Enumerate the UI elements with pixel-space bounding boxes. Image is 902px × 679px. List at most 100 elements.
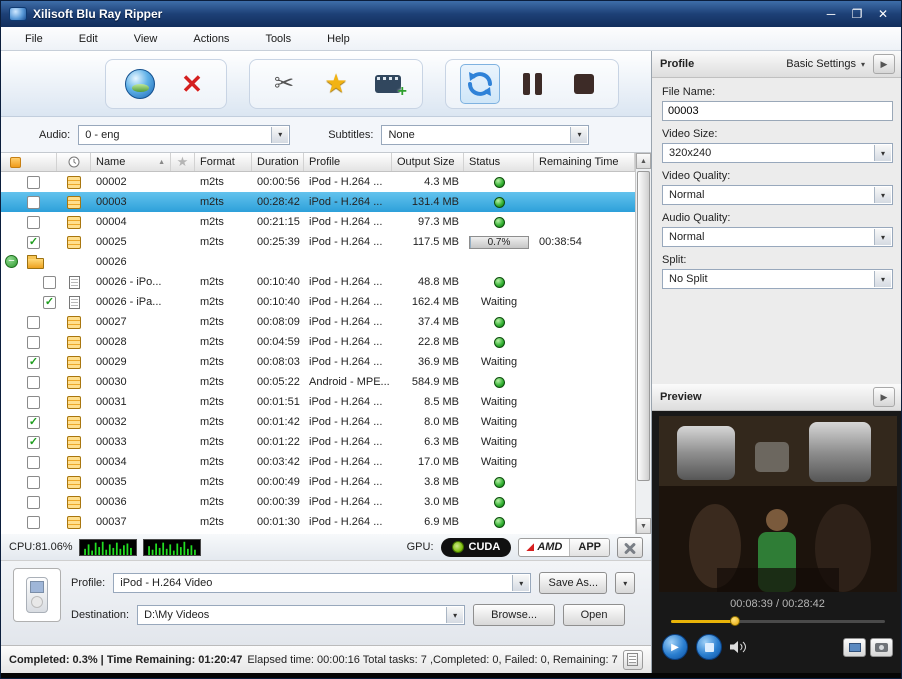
header-format[interactable]: Format <box>195 153 252 171</box>
maximize-button[interactable]: ❐ <box>847 6 867 22</box>
row-checkbox[interactable]: ✓ <box>27 356 40 369</box>
preset-select[interactable]: Basic Settings ▾ <box>786 58 865 70</box>
table-row[interactable]: 00034m2ts00:03:42iPod - H.264 ...17.0 MB… <box>1 452 635 472</box>
table-row[interactable]: 00036m2ts00:00:39iPod - H.264 ...3.0 MB <box>1 492 635 512</box>
table-row[interactable]: 00030m2ts00:05:22Android - MPE...584.9 M… <box>1 372 635 392</box>
menu-item-file[interactable]: File <box>25 33 43 45</box>
row-checkbox[interactable] <box>27 216 40 229</box>
table-row[interactable]: ✓00032m2ts00:01:42iPod - H.264 ...8.0 MB… <box>1 412 635 432</box>
row-checkbox[interactable] <box>27 336 40 349</box>
delete-button[interactable]: ✕ <box>172 64 212 104</box>
row-checkbox[interactable]: ✓ <box>27 416 40 429</box>
open-disc-button[interactable] <box>120 64 160 104</box>
open-button[interactable]: Open <box>563 604 625 626</box>
cuda-button[interactable]: CUDA <box>441 538 512 557</box>
header-name[interactable]: Name ▲ <box>91 153 171 171</box>
play-button[interactable]: ▶ <box>662 634 688 660</box>
table-row[interactable]: 00037m2ts00:01:30iPod - H.264 ...6.9 MB <box>1 512 635 532</box>
table-row[interactable]: 00003m2ts00:28:42iPod - H.264 ...131.4 M… <box>1 192 635 212</box>
table-row[interactable]: ✓00029m2ts00:08:03iPod - H.264 ...36.9 M… <box>1 352 635 372</box>
chevron-down-icon[interactable]: ▾ <box>512 575 529 591</box>
header-status[interactable]: Status <box>464 153 534 171</box>
subtitles-select[interactable]: None ▾ <box>381 125 589 145</box>
file-name-field[interactable] <box>662 101 893 121</box>
save-as-button[interactable]: Save As... <box>539 572 607 594</box>
table-row[interactable]: 00027m2ts00:08:09iPod - H.264 ...37.4 MB <box>1 312 635 332</box>
table-row[interactable]: 00002m2ts00:00:56iPod - H.264 ...4.3 MB <box>1 172 635 192</box>
vertical-scrollbar[interactable]: ▲ ▼ <box>635 153 651 534</box>
convert-button[interactable] <box>460 64 500 104</box>
menu-item-view[interactable]: View <box>134 33 158 45</box>
split-select[interactable]: No Split ▾ <box>662 269 893 289</box>
row-checkbox[interactable] <box>27 496 40 509</box>
amd-app-button[interactable]: AMD APP <box>518 538 610 557</box>
menu-item-help[interactable]: Help <box>327 33 350 45</box>
table-row[interactable]: 00035m2ts00:00:49iPod - H.264 ...3.8 MB <box>1 472 635 492</box>
merge-button[interactable] <box>368 64 408 104</box>
scroll-up-button[interactable]: ▲ <box>636 153 651 169</box>
header-favorite[interactable]: ★ <box>171 153 195 171</box>
profile-select[interactable]: iPod - H.264 Video ▾ <box>113 573 531 593</box>
table-row[interactable]: 00004m2ts00:21:15iPod - H.264 ...97.3 MB <box>1 212 635 232</box>
chevron-down-icon[interactable]: ▾ <box>271 127 288 143</box>
table-row[interactable]: 00028m2ts00:04:59iPod - H.264 ...22.8 MB <box>1 332 635 352</box>
header-check-column[interactable] <box>1 153 57 171</box>
header-output-size[interactable]: Output Size <box>392 153 464 171</box>
table-row[interactable]: 00026 - iPo...m2ts00:10:40iPod - H.264 .… <box>1 272 635 292</box>
minimize-button[interactable]: ─ <box>821 6 841 22</box>
row-checkbox[interactable]: ✓ <box>27 436 40 449</box>
expand-preview-button[interactable]: ▶ <box>873 387 895 407</box>
close-button[interactable]: ✕ <box>873 6 893 22</box>
table-row[interactable]: ✓00025m2ts00:25:39iPod - H.264 ...117.5 … <box>1 232 635 252</box>
volume-icon[interactable] <box>730 640 748 654</box>
stop-playback-button[interactable] <box>696 634 722 660</box>
save-as-menu-button[interactable]: ▾ <box>615 572 635 594</box>
chevron-down-icon[interactable]: ▾ <box>874 229 891 245</box>
table-row[interactable]: −00026 <box>1 252 635 272</box>
collapse-icon[interactable]: − <box>5 255 18 268</box>
audio-select[interactable]: 0 - eng ▾ <box>78 125 290 145</box>
row-checkbox[interactable] <box>27 476 40 489</box>
header-type-column[interactable] <box>57 153 91 171</box>
snapshot-button[interactable] <box>870 638 893 657</box>
stop-button[interactable] <box>564 64 604 104</box>
audio-quality-select[interactable]: Normal ▾ <box>662 227 893 247</box>
row-checkbox[interactable] <box>27 176 40 189</box>
chevron-down-icon[interactable]: ▾ <box>874 145 891 161</box>
menu-item-edit[interactable]: Edit <box>79 33 98 45</box>
row-checkbox[interactable] <box>27 456 40 469</box>
table-row[interactable]: 00031m2ts00:01:51iPod - H.264 ...8.5 MBW… <box>1 392 635 412</box>
row-checkbox[interactable] <box>27 376 40 389</box>
effects-button[interactable]: ★ <box>316 64 356 104</box>
apply-to-all-button[interactable] <box>843 638 866 657</box>
row-checkbox[interactable] <box>27 196 40 209</box>
report-button[interactable] <box>623 650 643 670</box>
row-checkbox[interactable]: ✓ <box>43 296 56 309</box>
header-duration[interactable]: Duration <box>252 153 304 171</box>
row-checkbox[interactable] <box>27 316 40 329</box>
header-profile[interactable]: Profile <box>304 153 392 171</box>
table-row[interactable]: ✓00026 - iPa...m2ts00:10:40iPod - H.264 … <box>1 292 635 312</box>
menu-item-tools[interactable]: Tools <box>265 33 291 45</box>
expand-profile-button[interactable]: ▶ <box>873 54 895 74</box>
seek-thumb[interactable] <box>730 616 740 626</box>
menu-item-actions[interactable]: Actions <box>193 33 229 45</box>
row-checkbox[interactable]: ✓ <box>27 236 40 249</box>
chevron-down-icon[interactable]: ▾ <box>446 607 463 623</box>
chevron-down-icon[interactable]: ▾ <box>874 187 891 203</box>
destination-select[interactable]: D:\My Videos ▾ <box>137 605 465 625</box>
gpu-settings-button[interactable] <box>617 537 643 558</box>
header-remaining[interactable]: Remaining Time <box>534 153 635 171</box>
row-checkbox[interactable] <box>27 396 40 409</box>
table-row[interactable]: ✓00033m2ts00:01:22iPod - H.264 ...6.3 MB… <box>1 432 635 452</box>
browse-button[interactable]: Browse... <box>473 604 555 626</box>
clip-button[interactable]: ✂ <box>264 64 304 104</box>
seek-slider[interactable] <box>671 615 885 627</box>
video-quality-select[interactable]: Normal ▾ <box>662 185 893 205</box>
video-size-select[interactable]: 320x240 ▾ <box>662 143 893 163</box>
pause-button[interactable] <box>512 64 552 104</box>
row-checkbox[interactable] <box>27 516 40 529</box>
row-checkbox[interactable] <box>43 276 56 289</box>
scroll-down-button[interactable]: ▼ <box>636 518 651 534</box>
scrollbar-thumb[interactable] <box>637 171 650 481</box>
